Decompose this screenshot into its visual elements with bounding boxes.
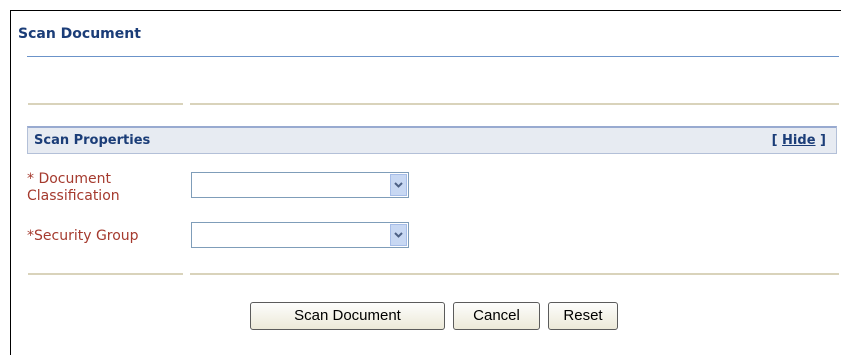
divider-left-bottom (28, 273, 183, 275)
divider-right-bottom (190, 273, 839, 275)
scan-properties-header: Scan Properties [ Hide ] (27, 126, 837, 154)
document-classification-label: * Document Classification (27, 171, 120, 205)
title-divider (27, 56, 839, 57)
toggle-bracket-open: [ (771, 133, 778, 148)
hide-link[interactable]: Hide (782, 133, 815, 148)
security-group-label: *Security Group (27, 228, 139, 244)
document-classification-select[interactable] (191, 172, 409, 198)
chevron-down-icon[interactable] (390, 174, 407, 196)
scan-document-button[interactable]: Scan Document (250, 302, 445, 330)
cancel-button[interactable]: Cancel (453, 302, 540, 330)
toggle-bracket-close: ] (820, 133, 826, 148)
label-line-2: Classification (27, 188, 120, 204)
label-line-1: * Document (27, 171, 111, 187)
divider-left-top (28, 103, 183, 105)
divider-right-top (190, 103, 839, 105)
section-title: Scan Properties (34, 133, 151, 148)
section-toggle: [ Hide ] (772, 133, 826, 148)
page-title: Scan Document (18, 26, 141, 42)
reset-button[interactable]: Reset (548, 302, 618, 330)
chevron-down-icon[interactable] (390, 224, 407, 246)
security-group-select[interactable] (191, 222, 409, 248)
